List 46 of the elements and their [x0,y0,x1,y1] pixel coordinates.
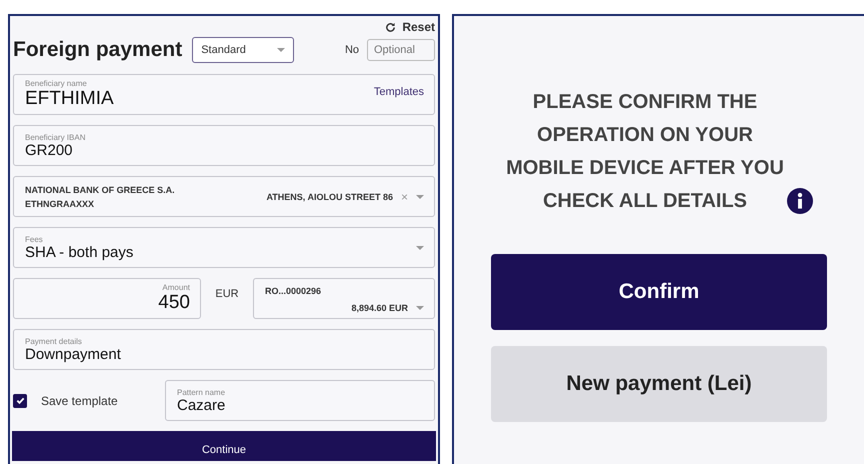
field-value: Downpayment [25,346,122,362]
field-value: EFTHIMIA [25,88,115,110]
pattern-name-field[interactable]: Pattern name Cazare [165,380,435,421]
bank-dropdown[interactable]: NATIONAL BANK OF GREECE S.A. ETHNGRAAXXX ATHENS, AIOLOU STREET 86 × [13,176,435,217]
fees-dropdown[interactable]: Fees SHA - both pays [13,227,435,268]
reset-button[interactable]: Reset [385,20,435,34]
field-label: Payment details [25,336,83,346]
confirm-button[interactable]: Confirm [491,254,827,330]
currency-label: EUR [214,287,240,300]
bank-address: ATHENS, AIOLOU STREET 86 [266,192,393,202]
beneficiary-name-field[interactable]: Beneficiary name EFTHIMIA Templates [13,74,435,115]
field-label: Beneficiary IBAN [25,132,86,142]
field-label: Beneficiary name [25,79,88,88]
field-label: Pattern name [177,388,226,396]
number-field[interactable]: Optional [367,39,435,61]
bank-bic: ETHNGRAAXXX [25,198,96,208]
payment-details-field[interactable]: Payment details Downpayment [13,329,435,370]
account-balance: 8,894.60 EUR [351,303,408,313]
account-number: RO...0000296 [265,286,322,296]
checkbox[interactable] [13,394,27,408]
field-value: 450 [158,292,190,314]
caret-icon [416,306,424,310]
fees-value: SHA - both pays [25,244,134,260]
number-label: No [344,44,359,56]
confirmation-message: PLEASE CONFIRM THE OPERATION ON YOUR MOBILE DEVICE AFTER YOU CHECK ALL DETAILS [505,90,785,214]
field-value: GR200 [25,142,74,158]
bank-name: NATIONAL BANK OF GREECE S.A. [25,184,176,194]
account-dropdown[interactable]: RO...0000296 8,894.60 EUR [253,278,435,319]
info-icon [787,188,813,214]
field-label: Fees [25,234,44,244]
caret-icon [416,194,424,198]
payment-type-dropdown[interactable]: Standard [192,37,294,63]
new-payment-button[interactable]: New payment (Lei) [491,346,827,422]
save-template-label: Save template [41,394,119,408]
caret-icon [277,48,286,52]
templates-link[interactable]: Templates [374,86,424,98]
refresh-icon [385,22,396,32]
dropdown-value: Standard [201,44,246,56]
field-value: Cazare [177,396,226,414]
continue-button[interactable]: Continue [12,431,436,461]
amount-field[interactable]: Amount 450 [13,278,201,319]
page-title: Foreign payment [13,38,182,62]
field-label: Amount [162,283,190,292]
beneficiary-iban-field[interactable]: Beneficiary IBAN GR200 [13,125,435,166]
caret-icon [416,246,424,250]
checkmark-icon [16,396,24,405]
